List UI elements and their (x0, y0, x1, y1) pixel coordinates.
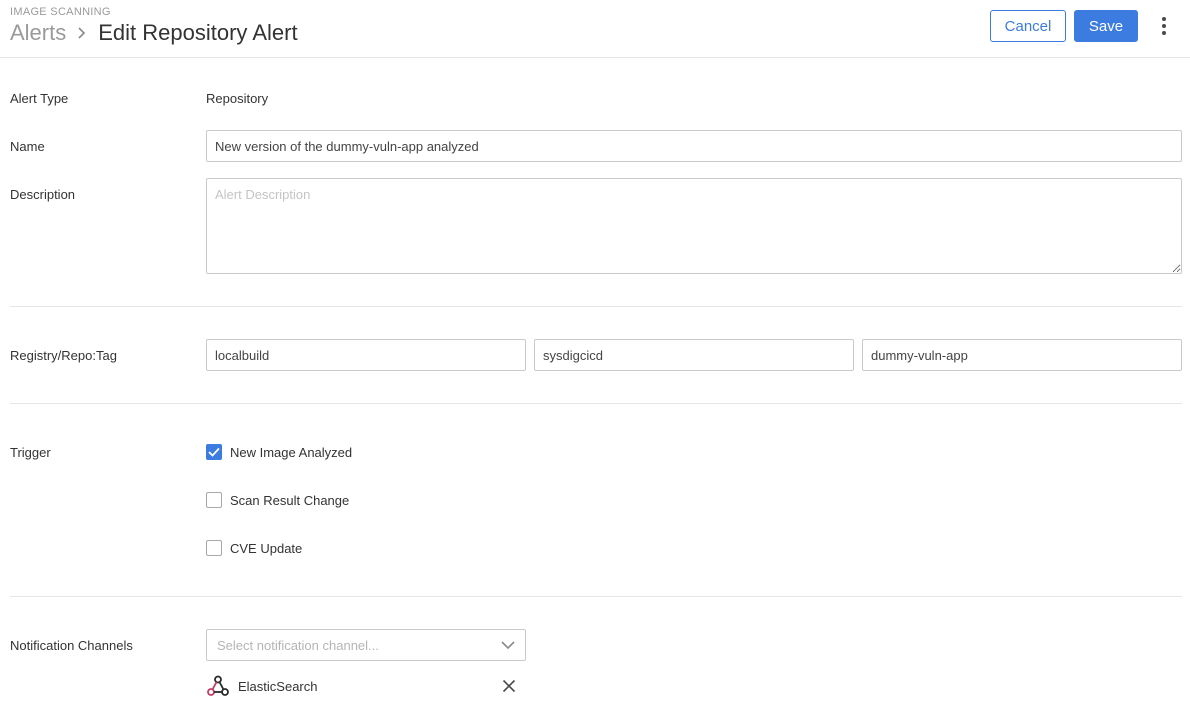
trigger-label: Trigger (10, 445, 51, 460)
description-textarea[interactable] (206, 178, 1182, 274)
section-divider (10, 403, 1182, 404)
trigger-scan-result-change[interactable]: Scan Result Change (206, 491, 349, 509)
breadcrumb-alerts-link[interactable]: Alerts (10, 20, 66, 46)
breadcrumb: Alerts Edit Repository Alert (10, 18, 298, 48)
trigger-option-label: Scan Result Change (230, 492, 350, 508)
trigger-option-label: New Image Analyzed (230, 444, 353, 460)
notification-channels-label: Notification Channels (10, 638, 133, 653)
close-icon[interactable] (502, 679, 516, 693)
page-header: IMAGE SCANNING Alerts Edit Repository Al… (0, 0, 1190, 58)
checkbox-checked[interactable] (206, 444, 222, 460)
name-label: Name (10, 139, 45, 154)
section-divider (10, 596, 1182, 597)
section-eyebrow: IMAGE SCANNING (10, 6, 111, 18)
save-button[interactable]: Save (1074, 10, 1138, 42)
section-divider (10, 306, 1182, 307)
selected-channel-item: ElasticSearch (206, 673, 526, 699)
webhook-icon (207, 675, 229, 696)
chevron-down-icon (501, 641, 515, 650)
tag-input[interactable] (862, 339, 1182, 371)
channel-name: ElasticSearch (238, 678, 318, 694)
registry-repo-tag-label: Registry/Repo:Tag (10, 348, 117, 363)
chevron-right-icon (76, 26, 88, 40)
alert-type-label: Alert Type (10, 91, 69, 106)
page-title: Edit Repository Alert (98, 20, 298, 45)
repo-input[interactable] (534, 339, 854, 371)
name-input[interactable] (206, 130, 1182, 162)
description-label: Description (10, 187, 76, 202)
more-options-icon[interactable] (1154, 14, 1174, 38)
trigger-new-image-analyzed[interactable]: New Image Analyzed (206, 443, 352, 461)
checkbox-unchecked[interactable] (206, 540, 222, 556)
registry-input[interactable] (206, 339, 526, 371)
alert-type-value: Repository (206, 91, 269, 106)
checkbox-unchecked[interactable] (206, 492, 222, 508)
checkmark-icon (208, 447, 220, 457)
select-placeholder: Select notification channel... (217, 637, 379, 653)
notification-channel-select[interactable]: Select notification channel... (206, 629, 526, 661)
trigger-cve-update[interactable]: CVE Update (206, 539, 302, 557)
trigger-option-label: CVE Update (230, 540, 303, 556)
cancel-button[interactable]: Cancel (990, 10, 1066, 42)
